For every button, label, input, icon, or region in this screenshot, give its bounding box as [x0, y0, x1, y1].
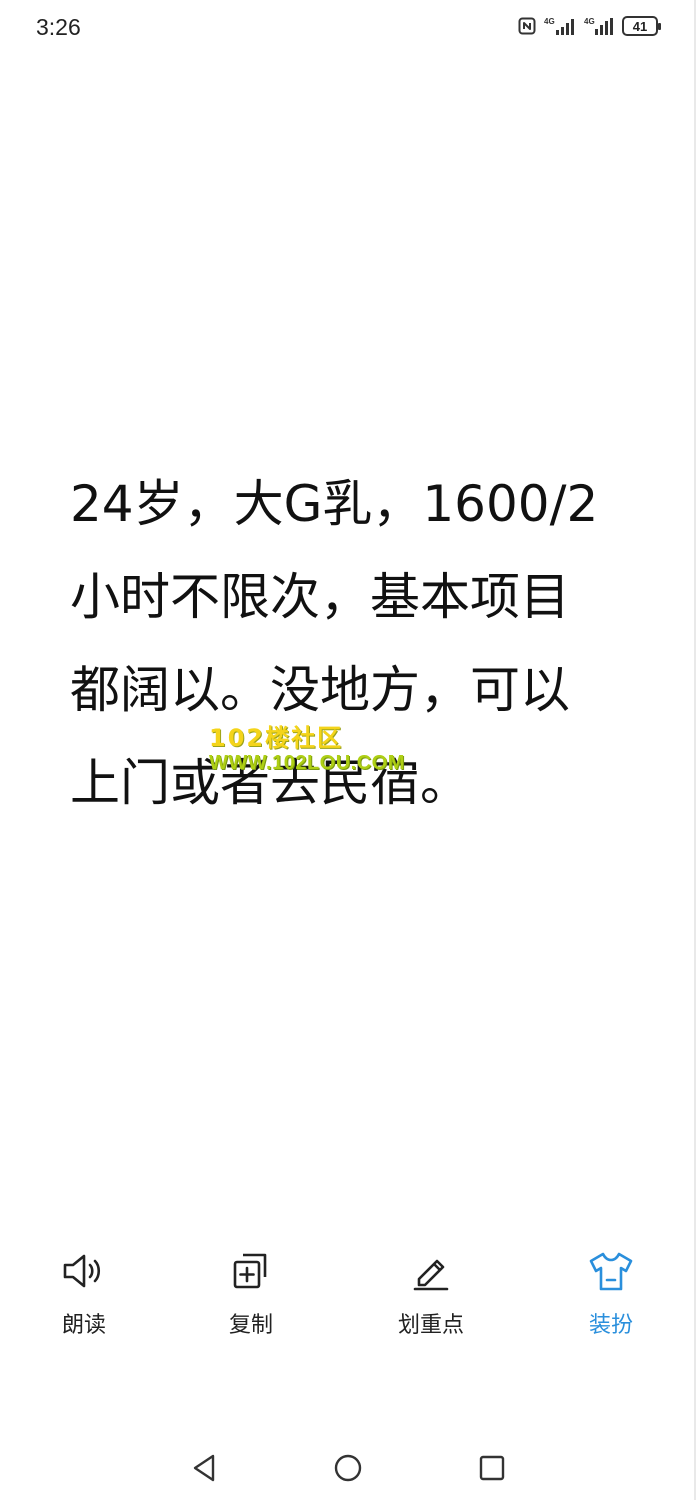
signal-label-1: 4G [544, 17, 555, 26]
read-aloud-label: 朗读 [61, 1313, 106, 1338]
signal-4g-icon: 4G [544, 16, 576, 36]
pencil-icon [409, 1245, 453, 1297]
dress-up-button[interactable]: 装扮 [551, 1245, 671, 1339]
watermark-title: 102楼社区 [209, 724, 344, 752]
highlight-label: 划重点 [397, 1313, 464, 1338]
copy-button[interactable]: 复制 [191, 1245, 311, 1339]
watermark-url: WWW.102LOU.COM [209, 752, 405, 774]
status-bar: 3:26 4G 4G 41 [0, 0, 696, 58]
highlight-button[interactable]: 划重点 [371, 1245, 491, 1339]
shirt-icon [586, 1245, 636, 1297]
copy-icon [229, 1245, 273, 1297]
copy-label: 复制 [228, 1313, 273, 1338]
system-navigation-bar [0, 1430, 696, 1500]
bottom-toolbar: 朗读 复制 划重点 装扮 [0, 1245, 696, 1355]
dress-up-label: 装扮 [588, 1313, 633, 1338]
content-line: 小时不限次，基本项目 [70, 568, 570, 626]
back-triangle-icon[interactable] [182, 1446, 226, 1490]
status-icons: 4G 4G 41 [518, 16, 661, 36]
message-content: 24岁，大G乳，1600/2 小时不限次，基本项目 都阔以。没地方，可以 上门或… [70, 458, 645, 830]
status-time: 3:26 [36, 14, 81, 40]
battery-indicator: 41 [622, 16, 661, 36]
signal-4g-icon-2: 4G [584, 16, 614, 36]
nfc-icon [518, 17, 536, 35]
recents-square-icon[interactable] [470, 1446, 514, 1490]
home-circle-icon[interactable] [326, 1446, 370, 1490]
site-watermark: 102楼社区 WWW.102LOU.COM [209, 724, 449, 774]
content-line: 24岁，大G乳，1600/2 [70, 475, 599, 533]
read-aloud-button[interactable]: 朗读 [24, 1245, 144, 1339]
signal-label-2: 4G [584, 17, 595, 26]
speaker-icon [61, 1245, 107, 1297]
